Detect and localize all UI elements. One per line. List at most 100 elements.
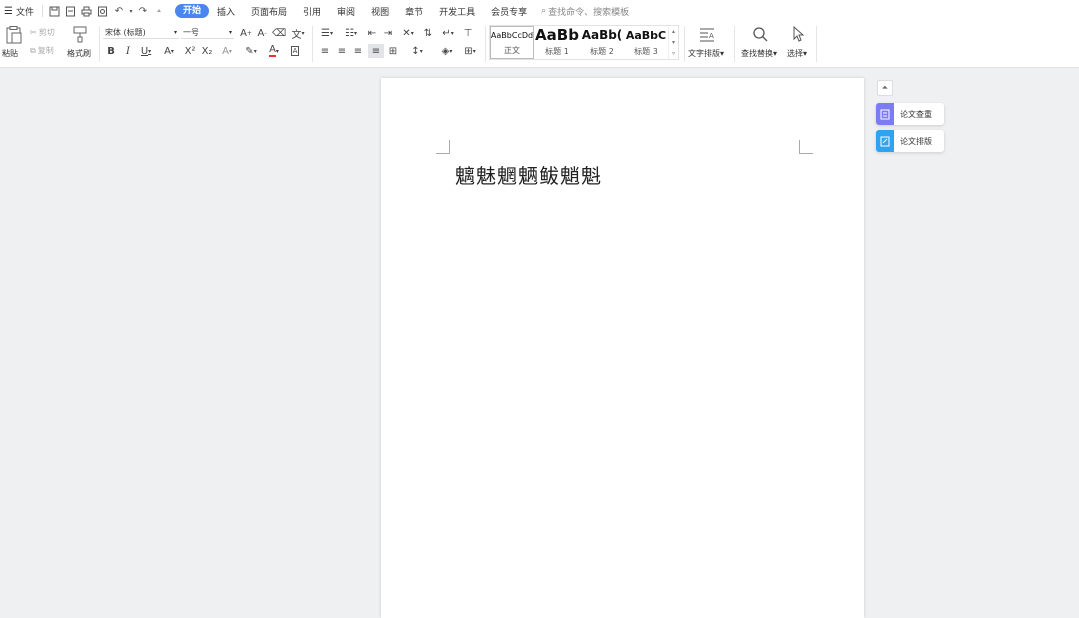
cut-button[interactable]: ✂ 剪切 xyxy=(30,27,55,38)
clear-format-icon[interactable]: ⌫ xyxy=(272,26,286,40)
tab-home[interactable]: 开始 xyxy=(174,4,209,18)
highlight-icon[interactable]: ✎ ▾ xyxy=(241,44,261,58)
style-gallery: AaBbCcDd 正文 AaBb 标题 1 AaBb( 标题 2 AaBbC 标… xyxy=(489,25,679,60)
search-icon: ⌕ xyxy=(541,6,547,16)
select-label: 选择▾ xyxy=(787,49,808,58)
paper-check-button[interactable]: 论文查重 xyxy=(876,103,944,125)
superscript-icon[interactable]: X² xyxy=(183,44,197,58)
paper-layout-button[interactable]: 论文排版 xyxy=(876,130,944,152)
find-replace-button[interactable]: 查找替换▾ xyxy=(740,22,782,66)
text-layout-label: 文字排版▾ xyxy=(688,49,725,58)
font-size-select[interactable]: 一号 ▾ xyxy=(181,26,234,39)
char-border-icon[interactable]: A xyxy=(288,44,302,58)
expand-icon: ▿ xyxy=(671,50,675,57)
tab-stops-icon[interactable]: ⊤ xyxy=(460,26,476,40)
svg-text:A: A xyxy=(709,32,714,40)
borders-icon[interactable]: ⊞ ▾ xyxy=(460,44,480,58)
increase-indent-icon[interactable]: ⇥ xyxy=(381,26,395,40)
document-body-text[interactable]: 魑魅魍魉鲅魈魁 xyxy=(455,160,602,189)
text-layout-button[interactable]: A 文字排版▾ xyxy=(688,22,728,66)
text-effect-icon[interactable]: A ▾ xyxy=(218,44,236,58)
collapse-panel-button[interactable]: ⏶ xyxy=(877,80,893,96)
style-sample: AaBbCcDd xyxy=(490,31,534,40)
command-search[interactable]: ⌕ 查找命令、搜索模板 xyxy=(541,5,629,18)
font-name-select[interactable]: 宋体 (标题) ▾ xyxy=(103,26,179,39)
show-marks-icon[interactable]: ↵ ▾ xyxy=(438,26,458,40)
undo-icon[interactable]: ↶ xyxy=(111,3,127,19)
tab-review[interactable]: 审阅 xyxy=(329,5,363,18)
style-normal[interactable]: AaBbCcDd 正文 xyxy=(490,26,534,59)
format-painter-button[interactable]: 格式刷 xyxy=(66,22,96,66)
chevron-down-icon: ▾ xyxy=(671,39,675,46)
decrease-indent-icon[interactable]: ⇤ xyxy=(365,26,379,40)
italic-icon[interactable]: I xyxy=(121,44,135,58)
copy-button[interactable]: ⧉ 复制 xyxy=(30,45,54,56)
paper-check-label: 论文查重 xyxy=(900,109,932,119)
sort-icon[interactable]: ⇅ xyxy=(421,26,435,40)
format-painter-icon xyxy=(73,26,87,46)
chevron-down-icon: ▾ xyxy=(228,28,232,36)
tab-insert[interactable]: 插入 xyxy=(209,5,243,18)
grow-font-icon[interactable]: A + xyxy=(239,26,253,40)
font-color-icon[interactable]: A ▾ xyxy=(265,44,283,58)
tab-member[interactable]: 会员专享 xyxy=(483,5,535,18)
style-heading-1[interactable]: AaBb 标题 1 xyxy=(535,26,579,59)
file-menu-label: 文件 xyxy=(15,7,34,18)
print-preview-icon[interactable] xyxy=(95,3,111,19)
align-right-icon[interactable]: ≡ xyxy=(351,44,365,58)
copy-label: 复制 xyxy=(37,46,54,55)
tab-section[interactable]: 章节 xyxy=(397,5,431,18)
paste-label: 粘贴 xyxy=(2,49,18,58)
paste-button[interactable]: 粘贴 xyxy=(2,22,26,66)
tab-page-layout[interactable]: 页面布局 xyxy=(243,5,295,18)
style-gallery-scroll[interactable]: ▴ ▾ ▿ xyxy=(668,26,678,59)
redo-icon[interactable]: ↷ xyxy=(135,3,151,19)
shading-icon[interactable]: ◈ ▾ xyxy=(437,44,457,58)
pinyin-guide-icon[interactable]: 文 ▾ xyxy=(289,26,307,41)
hamburger-icon: ☰ xyxy=(4,5,13,17)
save-icon[interactable] xyxy=(47,3,63,19)
divider xyxy=(684,26,685,62)
customize-toolbar-icon[interactable]: ⩡ xyxy=(151,3,167,19)
tab-references[interactable]: 引用 xyxy=(295,5,329,18)
strikethrough-icon[interactable]: A ▾ xyxy=(160,44,178,58)
style-heading-3[interactable]: AaBbC 标题 3 xyxy=(624,26,668,59)
find-replace-label: 查找替换▾ xyxy=(741,49,778,58)
margin-corner-top-left xyxy=(436,140,450,154)
document-page[interactable]: 魑魅魍魉鲅魈魁 xyxy=(381,78,864,618)
underline-icon[interactable]: U ▾ xyxy=(137,44,155,58)
undo-dropdown-icon[interactable]: ▾ xyxy=(127,3,135,19)
select-button[interactable]: 选择▾ xyxy=(786,22,812,66)
command-search-label: 查找命令、搜索模板 xyxy=(548,7,630,18)
tab-view[interactable]: 视图 xyxy=(363,5,397,18)
align-left-icon[interactable]: ≡ xyxy=(318,44,332,58)
shrink-font-icon[interactable]: A- xyxy=(255,26,269,40)
line-spacing-icon[interactable]: ↕ ▾ xyxy=(407,44,427,58)
ribbon-toolbar: 粘贴 ✂ 剪切 ⧉ 复制 格式刷 宋体 (标题) ▾ 一号 ▾ A + A- ⌫ … xyxy=(0,22,1079,68)
numbered-list-icon[interactable]: ☷ ▾ xyxy=(342,26,360,40)
style-sample: AaBb xyxy=(535,26,579,44)
file-menu[interactable]: ☰ 文件 xyxy=(0,5,38,18)
style-heading-2[interactable]: AaBb( 标题 2 xyxy=(580,26,624,59)
align-center-icon[interactable]: ≡ xyxy=(335,44,349,58)
subscript-icon[interactable]: X₂ xyxy=(200,44,214,58)
export-pdf-icon[interactable] xyxy=(63,3,79,19)
paper-layout-label: 论文排版 xyxy=(900,136,932,146)
cut-label: 剪切 xyxy=(38,28,55,37)
tab-developer[interactable]: 开发工具 xyxy=(431,5,483,18)
divider xyxy=(485,26,486,62)
justify-icon[interactable]: ≡ xyxy=(368,44,384,58)
print-icon[interactable] xyxy=(79,3,95,19)
text-layout-icon: A xyxy=(699,26,715,45)
style-name: 标题 3 xyxy=(634,47,658,56)
chevron-up-icon: ⏶ xyxy=(881,83,889,92)
style-name: 标题 2 xyxy=(590,47,614,56)
bullet-list-icon[interactable]: ☰ ▾ xyxy=(318,26,336,40)
copy-icon: ⧉ xyxy=(30,45,36,55)
divider xyxy=(734,26,735,62)
bold-icon[interactable]: B xyxy=(104,44,118,58)
distributed-icon[interactable]: ⊞ xyxy=(386,44,400,58)
style-name: 正文 xyxy=(504,46,520,55)
chevron-down-icon: ▾ xyxy=(173,28,177,36)
chinese-layout-icon[interactable]: ✕ ▾ xyxy=(398,26,418,40)
